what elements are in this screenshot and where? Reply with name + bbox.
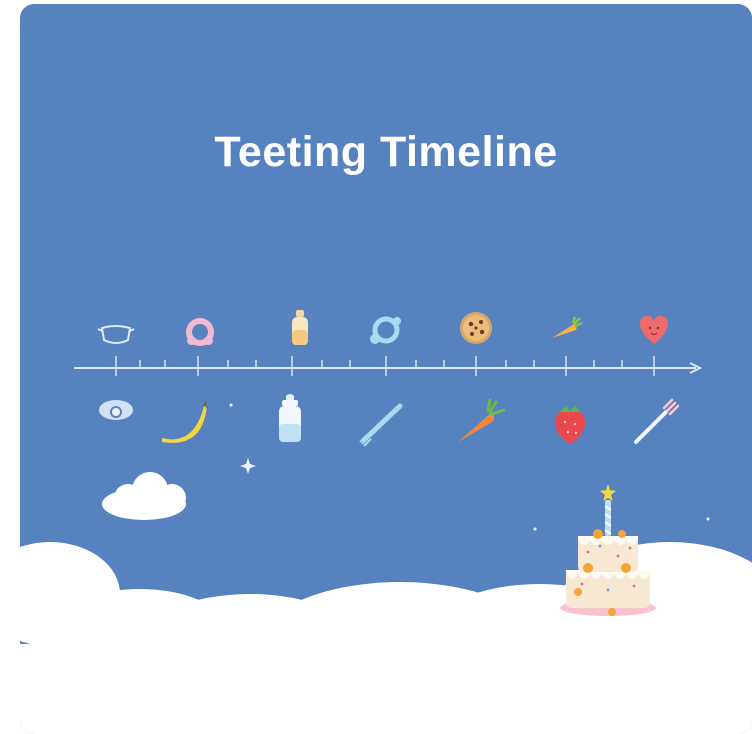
sparkle-icon (229, 403, 710, 531)
spoon-icon (359, 403, 403, 447)
baby-bottle-icon (279, 394, 301, 442)
carrot-small-icon (552, 316, 583, 338)
banana-icon (162, 401, 207, 443)
pacifier-ring-icon (370, 316, 401, 344)
fork-icon (634, 398, 680, 444)
mask-teether-icon (97, 325, 135, 344)
ring-teether-icon (186, 318, 214, 346)
cookie-icon (460, 312, 492, 344)
heart-icon (639, 315, 669, 344)
carrot-icon (458, 398, 506, 442)
timeline-axis (74, 356, 703, 376)
strawberry-icon (554, 406, 586, 444)
bottle-icon (292, 310, 308, 345)
teething-timeline-card: Teeting Timeline (20, 4, 752, 734)
timeline-illustration (20, 310, 752, 734)
pacifier-icon (99, 400, 133, 420)
cloud-icon (102, 472, 186, 520)
